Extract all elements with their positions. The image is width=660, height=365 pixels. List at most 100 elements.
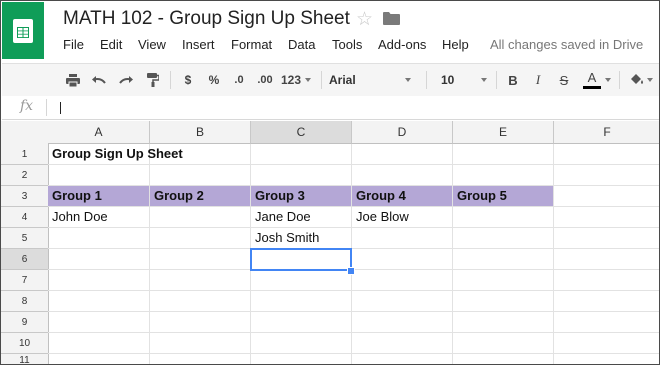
cell-a7[interactable] (48, 270, 150, 291)
select-all-corner[interactable] (1, 121, 49, 145)
cell-a10[interactable] (48, 333, 150, 354)
redo-button[interactable] (115, 64, 137, 96)
strikethrough-button[interactable]: S (554, 64, 574, 96)
cell-b6[interactable] (150, 249, 251, 270)
print-button[interactable] (62, 64, 84, 96)
cell-f7[interactable] (554, 270, 659, 291)
row-header-8[interactable]: 8 (1, 291, 49, 312)
cell-c5[interactable]: Josh Smith (251, 228, 352, 249)
selected-cell-c6[interactable] (250, 248, 352, 271)
column-header-a[interactable]: A (48, 121, 150, 144)
cell-b1[interactable] (150, 144, 251, 165)
cell-b3[interactable]: Group 2 (150, 186, 251, 207)
cell-c9[interactable] (251, 312, 352, 333)
menu-data[interactable]: Data (288, 37, 315, 52)
cell-b5[interactable] (150, 228, 251, 249)
row-header-2[interactable]: 2 (1, 165, 49, 186)
cell-d5[interactable] (352, 228, 453, 249)
cell-d10[interactable] (352, 333, 453, 354)
menu-format[interactable]: Format (231, 37, 272, 52)
row-header-7[interactable]: 7 (1, 270, 49, 291)
cell-b8[interactable] (150, 291, 251, 312)
cell-e8[interactable] (453, 291, 554, 312)
cell-f2[interactable] (554, 165, 659, 186)
formula-input[interactable] (58, 96, 653, 119)
cell-d11[interactable] (352, 354, 453, 364)
cell-a5[interactable] (48, 228, 150, 249)
cell-f9[interactable] (554, 312, 659, 333)
currency-format-button[interactable]: $ (178, 64, 198, 96)
cell-d8[interactable] (352, 291, 453, 312)
italic-button[interactable]: I (528, 64, 548, 96)
cell-d9[interactable] (352, 312, 453, 333)
cell-a4[interactable]: John Doe (48, 207, 150, 228)
cell-e5[interactable] (453, 228, 554, 249)
cell-e7[interactable] (453, 270, 554, 291)
cell-c10[interactable] (251, 333, 352, 354)
cell-f5[interactable] (554, 228, 659, 249)
cell-e10[interactable] (453, 333, 554, 354)
cell-e2[interactable] (453, 165, 554, 186)
document-title[interactable]: MATH 102 - Group Sign Up Sheet (63, 8, 350, 30)
cell-b2[interactable] (150, 165, 251, 186)
cell-f11[interactable] (554, 354, 659, 364)
cell-e4[interactable] (453, 207, 554, 228)
menu-add-ons[interactable]: Add-ons (378, 37, 426, 52)
cell-e3[interactable]: Group 5 (453, 186, 554, 207)
save-status[interactable]: All changes saved in Drive (490, 37, 643, 52)
cell-d2[interactable] (352, 165, 453, 186)
cell-c1[interactable] (251, 144, 352, 165)
cell-b10[interactable] (150, 333, 251, 354)
row-header-11[interactable]: 11 (1, 354, 49, 364)
cell-f6[interactable] (554, 249, 659, 270)
menu-edit[interactable]: Edit (100, 37, 122, 52)
column-header-b[interactable]: B (150, 121, 251, 144)
cell-b9[interactable] (150, 312, 251, 333)
menu-view[interactable]: View (138, 37, 166, 52)
cell-d4[interactable]: Joe Blow (352, 207, 453, 228)
fill-color-button[interactable] (624, 64, 658, 96)
row-header-4[interactable]: 4 (1, 207, 49, 228)
cell-c4[interactable]: Jane Doe (251, 207, 352, 228)
cell-f1[interactable] (554, 144, 659, 165)
row-header-10[interactable]: 10 (1, 333, 49, 354)
cell-e11[interactable] (453, 354, 554, 364)
cell-e9[interactable] (453, 312, 554, 333)
cell-a11[interactable] (48, 354, 150, 364)
row-header-6[interactable]: 6 (1, 249, 49, 270)
undo-button[interactable] (88, 64, 110, 96)
sheets-logo[interactable] (2, 2, 44, 59)
increase-decimal-button[interactable]: .00 (253, 64, 277, 96)
column-header-d[interactable]: D (352, 121, 453, 144)
row-header-5[interactable]: 5 (1, 228, 49, 249)
star-icon[interactable]: ☆ (356, 8, 373, 31)
cell-a2[interactable] (48, 165, 150, 186)
column-header-c[interactable]: C (251, 121, 352, 144)
percent-format-button[interactable]: % (204, 64, 224, 96)
cell-f8[interactable] (554, 291, 659, 312)
cell-e1[interactable] (453, 144, 554, 165)
menu-insert[interactable]: Insert (182, 37, 215, 52)
cell-a8[interactable] (48, 291, 150, 312)
cell-c3[interactable]: Group 3 (251, 186, 352, 207)
menu-tools[interactable]: Tools (332, 37, 362, 52)
decrease-decimal-button[interactable]: .0 (229, 64, 249, 96)
cell-d3[interactable]: Group 4 (352, 186, 453, 207)
menu-help[interactable]: Help (442, 37, 469, 52)
cell-b7[interactable] (150, 270, 251, 291)
folder-icon[interactable] (383, 12, 400, 25)
cell-e6[interactable] (453, 249, 554, 270)
cell-d7[interactable] (352, 270, 453, 291)
column-header-e[interactable]: E (453, 121, 554, 144)
cell-b4[interactable] (150, 207, 251, 228)
column-header-f[interactable]: F (554, 121, 659, 144)
cell-d6[interactable] (352, 249, 453, 270)
cell-b11[interactable] (150, 354, 251, 364)
cell-a1[interactable]: Group Sign Up Sheet (48, 144, 183, 165)
cell-f10[interactable] (554, 333, 659, 354)
cell-d1[interactable] (352, 144, 453, 165)
paint-format-button[interactable] (142, 64, 164, 96)
cell-a6[interactable] (48, 249, 150, 270)
row-header-3[interactable]: 3 (1, 186, 49, 207)
fill-handle[interactable] (347, 267, 355, 275)
